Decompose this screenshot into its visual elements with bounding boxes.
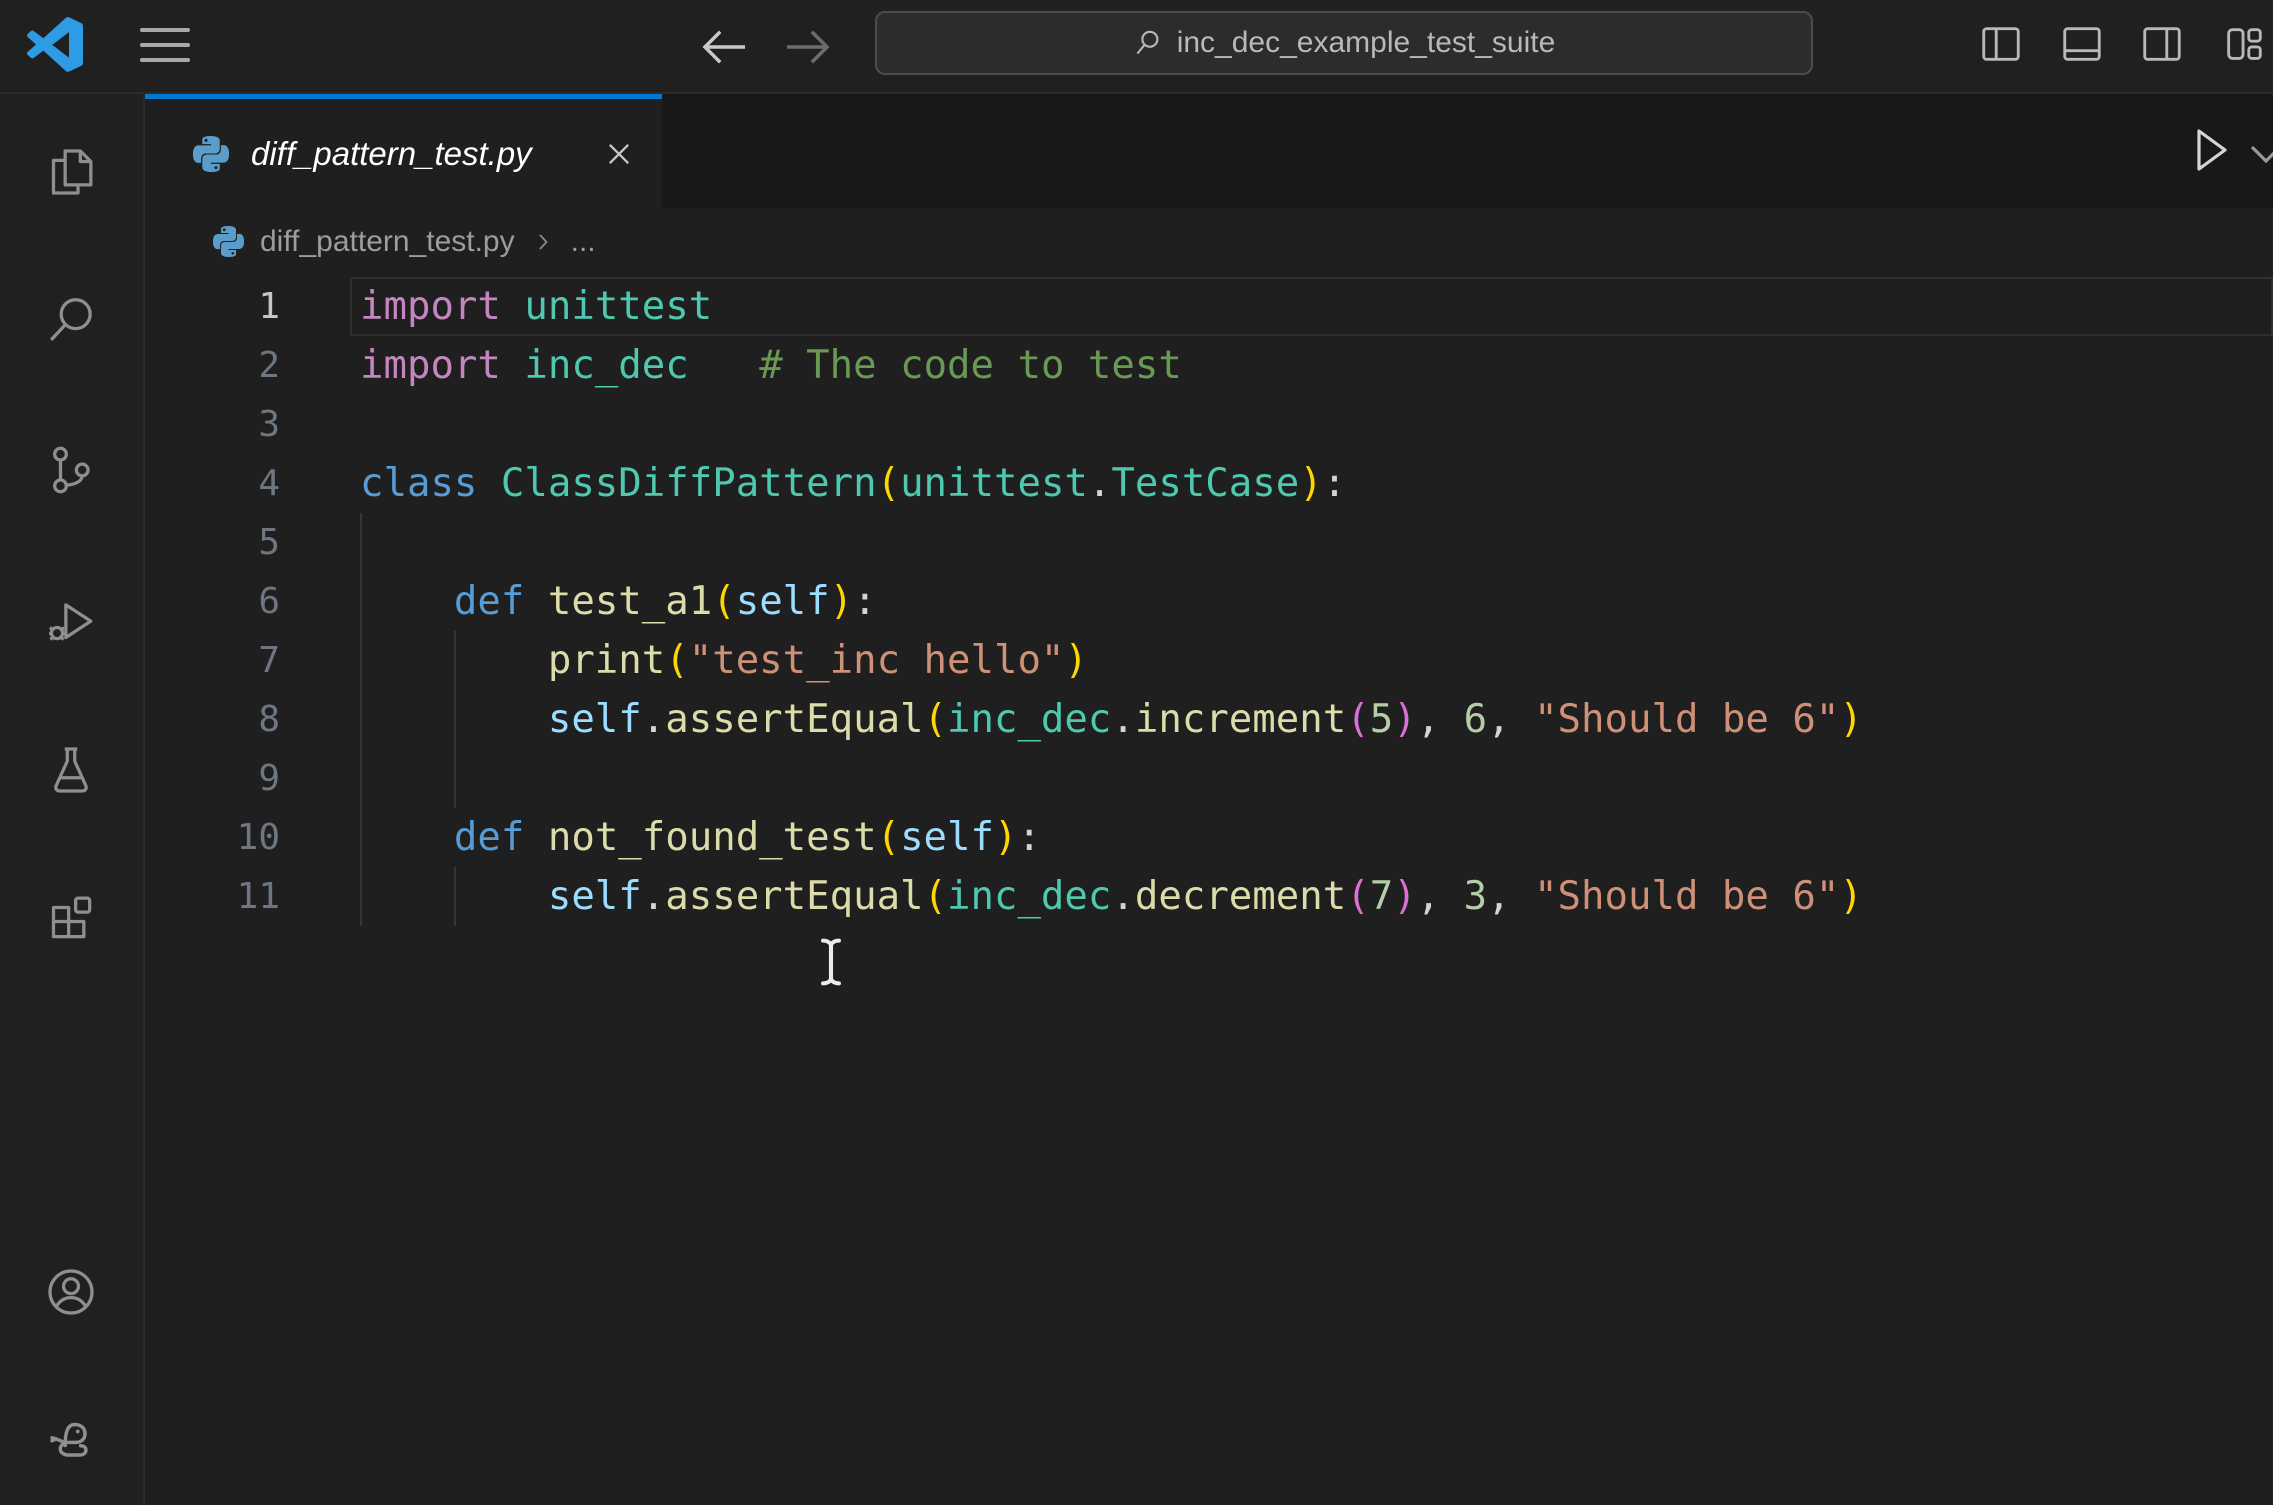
code-line[interactable]: 8 self.assertEqual(inc_dec.increment(5),… — [145, 690, 2273, 749]
title-bar: inc_dec_example_test_suite — [0, 0, 2273, 94]
line-number[interactable]: 10 — [145, 808, 280, 867]
line-number[interactable]: 6 — [145, 572, 280, 631]
chevron-right-icon — [538, 233, 548, 250]
chevron-down-icon[interactable] — [2245, 140, 2273, 168]
vscode-window: inc_dec_example_test_suite diff_pattern_… — [0, 0, 2273, 1505]
code-line[interactable]: 6 def test_a1(self): — [145, 572, 2273, 631]
code-text: self.assertEqual(inc_dec.decrement(7), 3… — [547, 874, 1863, 919]
code-text: import inc_dec # The code to test — [360, 343, 1182, 388]
breadcrumb-file[interactable]: diff_pattern_test.py — [260, 225, 515, 259]
forward-arrow-icon[interactable] — [780, 26, 836, 68]
extensions-icon[interactable] — [43, 890, 99, 946]
code-line[interactable]: 7 print("test_inc hello") — [145, 631, 2273, 690]
code-text: import unittest — [360, 284, 713, 329]
activity-bar — [0, 94, 145, 1505]
indent-guide — [453, 749, 456, 808]
search-icon[interactable] — [43, 292, 99, 348]
code-area: 1 import unittest 2 import inc_dec # The co… — [145, 277, 2273, 926]
command-center-query: inc_dec_example_test_suite — [1176, 26, 1556, 59]
search-icon — [1136, 30, 1159, 55]
code-line[interactable]: 3 — [145, 395, 2273, 454]
vscode-logo-icon — [27, 17, 83, 72]
line-number[interactable]: 4 — [145, 454, 280, 513]
code-line[interactable]: 9 — [145, 749, 2273, 808]
breadcrumb-symbol[interactable]: ... — [571, 225, 596, 259]
tab-diff-pattern-test[interactable]: diff_pattern_test.py — [145, 94, 662, 208]
beaker-icon[interactable] — [43, 742, 99, 798]
code-line[interactable]: 11 self.assertEqual(inc_dec.decrement(7)… — [145, 867, 2273, 926]
customize-layout-icon[interactable] — [2221, 21, 2267, 67]
code-line[interactable]: 4 class ClassDiffPattern(unittest.TestCas… — [145, 454, 2273, 513]
breadcrumb: diff_pattern_test.py ... — [145, 208, 2273, 275]
command-center-search[interactable]: inc_dec_example_test_suite — [875, 11, 1813, 75]
close-icon[interactable] — [602, 137, 636, 171]
line-number[interactable]: 5 — [145, 513, 280, 572]
line-number[interactable]: 11 — [145, 867, 280, 926]
code-editor[interactable]: 1 import unittest 2 import inc_dec # The co… — [145, 275, 2273, 1505]
layout-panel-icon[interactable] — [2059, 21, 2105, 67]
back-arrow-icon[interactable] — [696, 26, 752, 68]
git-branch-icon[interactable] — [43, 442, 99, 498]
account-icon[interactable] — [43, 1264, 99, 1320]
line-number[interactable]: 1 — [145, 277, 280, 336]
code-line[interactable]: 1 import unittest — [145, 277, 2273, 336]
run-icon[interactable] — [2191, 124, 2231, 176]
indent-guide — [360, 749, 362, 808]
line-number[interactable]: 7 — [145, 631, 280, 690]
python-icon — [193, 135, 229, 172]
tab-bar: diff_pattern_test.py — [145, 94, 2273, 208]
tab-label: diff_pattern_test.py — [251, 134, 532, 172]
hamburger-menu-icon[interactable] — [140, 28, 190, 62]
code-text: print("test_inc hello") — [547, 638, 1088, 683]
line-number[interactable]: 2 — [145, 336, 280, 395]
layout-sidebar-left-icon[interactable] — [1978, 21, 2024, 67]
code-line[interactable]: 2 import inc_dec # The code to test — [145, 336, 2273, 395]
layout-sidebar-right-icon[interactable] — [2139, 21, 2185, 67]
files-icon[interactable] — [43, 144, 99, 200]
code-text: def test_a1(self): — [453, 579, 877, 624]
code-text: class ClassDiffPattern(unittest.TestCase… — [360, 461, 1347, 506]
python-snake-icon[interactable] — [43, 1410, 99, 1466]
code-text: def not_found_test(self): — [453, 815, 1041, 860]
python-icon — [213, 226, 244, 257]
line-number[interactable]: 8 — [145, 690, 280, 749]
line-number[interactable]: 3 — [145, 395, 280, 454]
code-line[interactable]: 10 def not_found_test(self): — [145, 808, 2273, 867]
code-line[interactable]: 5 — [145, 513, 2273, 572]
indent-guide — [360, 513, 362, 572]
code-text: self.assertEqual(inc_dec.increment(5), 6… — [547, 697, 1863, 742]
line-number[interactable]: 9 — [145, 749, 280, 808]
debug-play-bug-icon[interactable] — [43, 592, 99, 648]
